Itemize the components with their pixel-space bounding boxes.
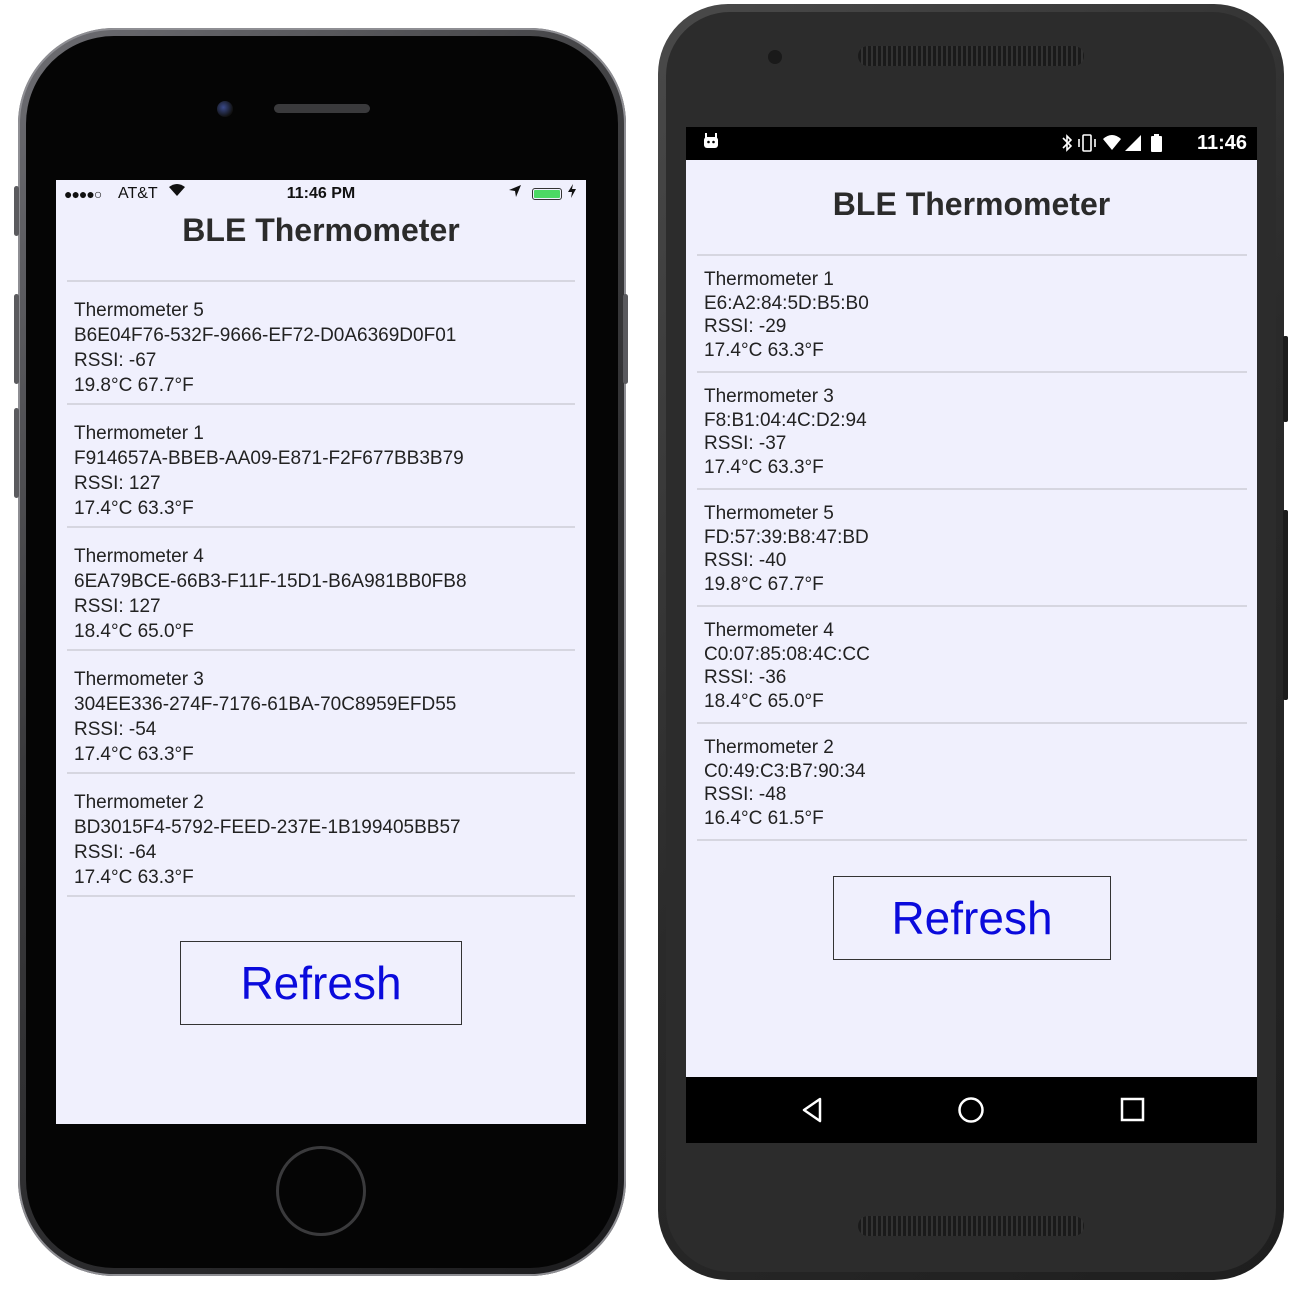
device-name: Thermometer 1	[704, 269, 834, 290]
device-temperature: 19.8°C 67.7°F	[704, 573, 824, 595]
device-name: Thermometer 4	[704, 620, 834, 641]
device-name: Thermometer 2	[74, 792, 204, 813]
device-rssi: RSSI: 127	[74, 473, 161, 494]
list-item[interactable]: Thermometer 4 6EA79BCE-66B3-F11F-15D1-B6…	[67, 528, 575, 651]
page-title: BLE Thermometer	[832, 186, 1111, 222]
front-camera-icon	[768, 50, 782, 64]
recent-apps-icon[interactable]	[1116, 1095, 1150, 1125]
device-rssi: RSSI: -67	[74, 350, 157, 371]
iphone-mute-switch	[14, 186, 19, 236]
device-temperature: 18.4°C 65.0°F	[74, 621, 194, 642]
device-name: Thermometer 5	[74, 300, 204, 321]
device-temperature: 17.4°C 63.3°F	[74, 744, 194, 765]
device-name: Thermometer 5	[704, 503, 834, 524]
top-speaker-grille	[858, 46, 1084, 66]
home-button[interactable]	[276, 1146, 366, 1236]
charging-bolt-icon	[568, 184, 576, 201]
device-rssi: RSSI: -54	[74, 719, 157, 740]
device-rssi: RSSI: 127	[74, 596, 161, 617]
iphone-volume-down-button	[14, 408, 19, 498]
front-camera-icon	[217, 101, 233, 117]
android-navigation-bar	[686, 1077, 1257, 1143]
list-item[interactable]: Thermometer 5 B6E04F76-532F-9666-EF72-D0…	[67, 282, 575, 405]
device-mac: C0:07:85:08:4C:CC	[704, 643, 870, 665]
device-name: Thermometer 3	[74, 669, 204, 690]
ios-screen: ●●●●○ AT&T 11:46 PM BLE Thermometer Ther…	[56, 180, 586, 1124]
iphone-power-button	[623, 294, 628, 384]
status-icons	[1059, 132, 1169, 159]
list-item[interactable]: Thermometer 3 F8:B1:04:4C:D2:94 RSSI: -3…	[697, 373, 1247, 490]
device-temperature: 16.4°C 61.5°F	[704, 807, 824, 829]
android-status-bar: 11:46	[686, 127, 1257, 160]
android-screen: 11:46 BLE Thermometer Thermometer 1 E6:A…	[686, 127, 1257, 1143]
list-item[interactable]: Thermometer 4 C0:07:85:08:4C:CC RSSI: -3…	[697, 607, 1247, 724]
device-id: 6EA79BCE-66B3-F11F-15D1-B6A981BB0FB8	[74, 571, 467, 592]
device-mac: F8:B1:04:4C:D2:94	[704, 409, 867, 431]
device-rssi: RSSI: -40	[704, 550, 787, 571]
device-id: F914657A-BBEB-AA09-E871-F2F677BB3B79	[74, 448, 464, 469]
device-name: Thermometer 1	[74, 423, 204, 444]
earpiece-speaker	[274, 104, 370, 113]
device-list: Thermometer 5 B6E04F76-532F-9666-EF72-D0…	[67, 280, 575, 897]
list-item[interactable]: Thermometer 1 F914657A-BBEB-AA09-E871-F2…	[67, 405, 575, 528]
device-rssi: RSSI: -37	[704, 433, 787, 454]
refresh-button[interactable]: Refresh	[180, 941, 462, 1025]
list-item[interactable]: Thermometer 1 E6:A2:84:5D:B5:B0 RSSI: -2…	[697, 256, 1247, 373]
android-volume-rocker	[1283, 510, 1288, 700]
home-icon[interactable]	[954, 1095, 988, 1125]
device-temperature: 17.4°C 63.3°F	[74, 498, 194, 519]
device-mac: C0:49:C3:B7:90:34	[704, 760, 866, 782]
device-name: Thermometer 2	[704, 737, 834, 758]
device-temperature: 19.8°C 67.7°F	[74, 375, 194, 396]
device-mac: E6:A2:84:5D:B5:B0	[704, 292, 869, 314]
bluetooth-vibrate-wifi-signal-battery-icon	[1062, 134, 1162, 152]
device-id: BD3015F4-5792-FEED-237E-1B199405BB57	[74, 817, 461, 838]
bottom-speaker-grille	[858, 1216, 1084, 1236]
device-temperature: 18.4°C 65.0°F	[704, 690, 824, 712]
device-rssi: RSSI: -36	[704, 667, 787, 688]
status-time: 11:46	[1196, 132, 1247, 154]
list-item[interactable]: Thermometer 2 C0:49:C3:B7:90:34 RSSI: -4…	[697, 724, 1247, 841]
ios-status-bar: ●●●●○ AT&T 11:46 PM	[56, 180, 586, 208]
refresh-button[interactable]: Refresh	[833, 876, 1111, 960]
back-icon[interactable]	[796, 1095, 830, 1125]
device-id: B6E04F76-532F-9666-EF72-D0A6369D0F01	[74, 325, 457, 346]
battery-icon	[532, 188, 562, 200]
device-name: Thermometer 3	[704, 386, 834, 407]
device-rssi: RSSI: -29	[704, 316, 787, 337]
device-list: Thermometer 1 E6:A2:84:5D:B5:B0 RSSI: -2…	[697, 254, 1247, 841]
location-arrow-icon	[508, 184, 522, 201]
page-title: BLE Thermometer	[182, 212, 460, 248]
list-item[interactable]: Thermometer 5 FD:57:39:B8:47:BD RSSI: -4…	[697, 490, 1247, 607]
device-temperature: 17.4°C 63.3°F	[704, 456, 824, 478]
device-rssi: RSSI: -48	[704, 784, 787, 805]
android-power-button	[1283, 336, 1288, 422]
android-notification-icon	[702, 133, 720, 154]
list-item[interactable]: Thermometer 3 304EE336-274F-7176-61BA-70…	[67, 651, 575, 774]
device-temperature: 17.4°C 63.3°F	[74, 867, 194, 888]
device-rssi: RSSI: -64	[74, 842, 157, 863]
status-time: 11:46 PM	[286, 185, 356, 202]
device-temperature: 17.4°C 63.3°F	[704, 339, 824, 361]
iphone-volume-up-button	[14, 294, 19, 384]
list-item[interactable]: Thermometer 2 BD3015F4-5792-FEED-237E-1B…	[67, 774, 575, 897]
device-id: 304EE336-274F-7176-61BA-70C8959EFD55	[74, 694, 457, 715]
android-app-content: BLE Thermometer Thermometer 1 E6:A2:84:5…	[686, 160, 1257, 1077]
device-mac: FD:57:39:B8:47:BD	[704, 526, 869, 548]
device-name: Thermometer 4	[74, 546, 204, 567]
